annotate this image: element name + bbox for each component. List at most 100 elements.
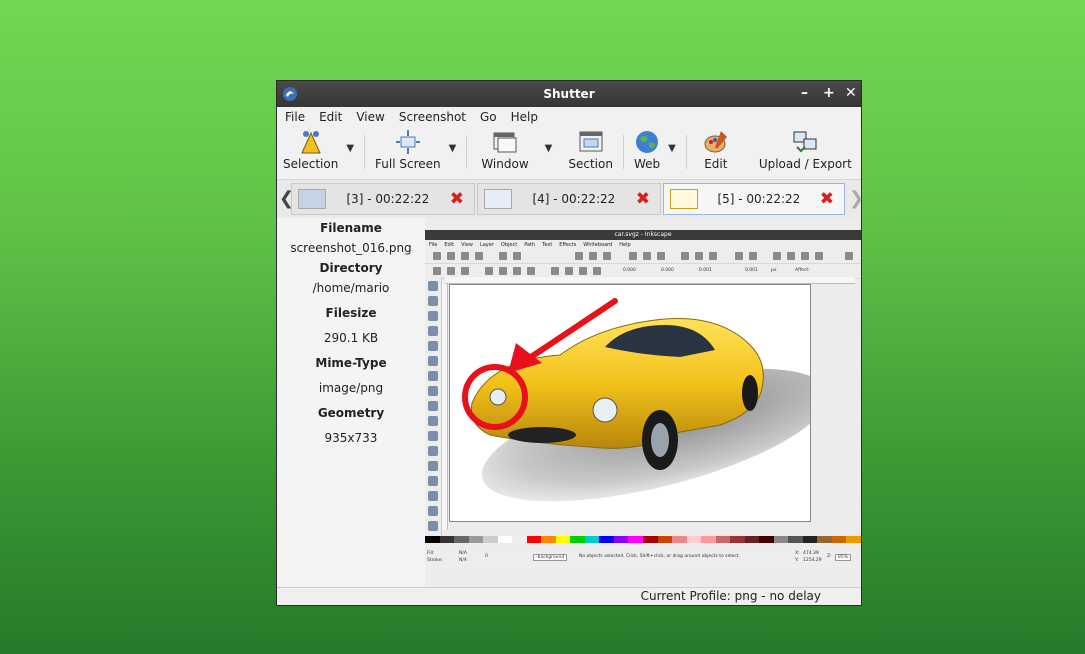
toolbar-divider [466, 135, 468, 169]
inkscape-toolbox [425, 277, 442, 535]
window-label: Window [481, 157, 529, 171]
inkscape-menu-item: Edit [444, 241, 455, 248]
session-tabs: ❮ [3] - 00:22:22 ✖ [4] - 00:22:22 ✖ [5] … [277, 180, 864, 221]
inkscape-x-label: X: [795, 551, 800, 556]
edit-palette-icon [704, 131, 727, 153]
menu-help[interactable]: Help [511, 110, 538, 124]
inkscape-title: car.svgz - Inkscape [425, 230, 861, 240]
full-screen-button[interactable]: Full Screen [371, 129, 445, 171]
close-icon[interactable]: ✖ [450, 191, 464, 208]
menu-screenshot[interactable]: Screenshot [399, 110, 466, 124]
close-icon[interactable]: ✖ [636, 191, 650, 208]
inkscape-menu-item: Path [524, 241, 536, 248]
shutter-window: Shutter – + ✕ File Edit View Screenshot … [276, 80, 864, 606]
fullscreen-icon [395, 130, 420, 154]
edit-button[interactable]: Edit [699, 129, 733, 171]
selection-button[interactable]: Selection [279, 129, 342, 171]
inkscape-screenshot: car.svgz - Inkscape File Edit View Layer… [425, 230, 861, 575]
tab-label: [4] - 00:22:22 [532, 192, 616, 206]
file-info-panel: Filename screenshot_016.png Directory /h… [277, 218, 425, 590]
inkscape-status-message: No objects selected. Click, Shift+click,… [579, 554, 740, 559]
tab-3[interactable]: [3] - 00:22:22 ✖ [291, 183, 475, 215]
geometry-label: Geometry [317, 406, 385, 420]
car-illustration [462, 298, 829, 502]
tab-4[interactable]: [4] - 00:22:22 ✖ [477, 183, 661, 215]
window-button[interactable]: Window [477, 129, 532, 171]
tab-label: [3] - 00:22:22 [346, 192, 430, 206]
inkscape-zoom: 85% [835, 554, 852, 561]
inkscape-menu-item: Layer [479, 241, 494, 248]
status-bar: Current Profile: png - no delay [277, 587, 861, 605]
inkscape-menu-item: Text [542, 241, 553, 248]
inkscape-layer-select: -background [533, 554, 568, 561]
inkscape-w-field: 0.001 [699, 268, 712, 273]
inkscape-opacity: 0 [485, 554, 488, 559]
geometry-value: 935x733 [324, 431, 378, 445]
menu-file[interactable]: File [285, 110, 305, 124]
upload-export-label: Upload / Export [758, 157, 852, 171]
tabs-scroll-right-icon[interactable]: ❯ [849, 188, 864, 209]
inkscape-stroke-value: N/A [459, 558, 467, 563]
window-chevron-down-icon[interactable]: ▼ [541, 143, 557, 154]
minimize-button[interactable]: – [801, 85, 808, 101]
car-wheel-hub [651, 423, 669, 457]
car-headlight [489, 388, 507, 406]
upload-export-button[interactable]: Upload / Export [755, 129, 856, 171]
filename-value: screenshot_016.png [290, 241, 412, 255]
inkscape-x-coord: 474.39 [803, 551, 819, 556]
inkscape-stroke-label: Stroke: [427, 558, 443, 563]
inkscape-y-label: Y: [795, 558, 799, 563]
selection-chevron-down-icon[interactable]: ▼ [342, 143, 358, 154]
inkscape-menu-item: Help [619, 241, 631, 248]
screenshot-preview[interactable]: car.svgz - Inkscape File Edit View Layer… [425, 218, 861, 590]
web-label: Web [633, 157, 661, 171]
status-profile-text: Current Profile: png - no delay [640, 589, 821, 603]
web-button[interactable]: Web [630, 129, 664, 171]
inkscape-affect: Affect: [795, 268, 810, 273]
window-icon [493, 132, 517, 153]
inkscape-y-field: 0.000 [661, 268, 674, 273]
filename-label: Filename [320, 221, 382, 235]
section-button[interactable]: Section [564, 129, 617, 171]
tab-thumbnail [484, 189, 512, 209]
section-label: Section [568, 157, 613, 171]
filesize-label: Filesize [325, 306, 377, 320]
toolbar-divider [685, 135, 687, 169]
selection-icon [300, 131, 321, 154]
upload-export-icon [793, 131, 817, 153]
filesize-value: 290.1 KB [323, 331, 379, 345]
selection-label: Selection [283, 157, 339, 171]
inkscape-menu-item: Effects [559, 241, 577, 248]
title-bar[interactable]: Shutter – + ✕ [277, 81, 861, 107]
inkscape-unit: px [771, 268, 777, 273]
inkscape-h-field: 0.001 [745, 268, 758, 273]
web-chevron-down-icon[interactable]: ▼ [664, 143, 680, 154]
inkscape-fill-value: N/A [459, 551, 467, 556]
car-wheel [742, 375, 758, 411]
section-icon [579, 131, 603, 152]
inkscape-commands-bar [425, 249, 861, 264]
close-icon[interactable]: ✖ [820, 191, 834, 208]
inkscape-z-label: Z: [827, 554, 832, 559]
edit-label: Edit [704, 157, 728, 171]
menu-edit[interactable]: Edit [319, 110, 342, 124]
inkscape-menu-item: File [429, 241, 438, 248]
close-button[interactable]: ✕ [845, 85, 857, 101]
inkscape-menu-item: Whiteboard [583, 241, 613, 248]
full-screen-chevron-down-icon[interactable]: ▼ [445, 143, 461, 154]
menu-bar: File Edit View Screenshot Go Help [277, 107, 861, 127]
mime-type-label: Mime-Type [315, 356, 387, 370]
menu-go[interactable]: Go [480, 110, 497, 124]
toolbar-divider [622, 135, 624, 169]
car-grille [508, 427, 576, 443]
tab-5[interactable]: [5] - 00:22:22 ✖ [663, 183, 845, 215]
full-screen-label: Full Screen [375, 157, 441, 171]
inkscape-color-palette [425, 536, 861, 543]
tab-label: [5] - 00:22:22 [717, 192, 801, 206]
menu-view[interactable]: View [356, 110, 384, 124]
maximize-button[interactable]: + [823, 85, 835, 101]
inkscape-y-coord: 1254.29 [803, 558, 822, 563]
directory-label: Directory [319, 261, 383, 275]
inkscape-canvas [449, 284, 829, 522]
main-toolbar: Selection ▼ Full Screen ▼ Window ▼ Secti… [277, 127, 861, 180]
